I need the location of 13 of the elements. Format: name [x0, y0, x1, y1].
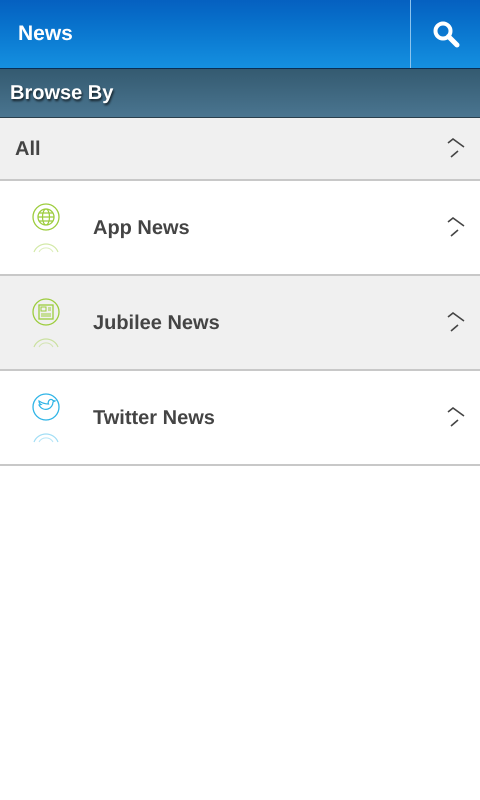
- list-item[interactable]: Jubilee News: [0, 276, 480, 371]
- chevron-icon: [446, 406, 466, 428]
- item-label: Twitter News: [93, 406, 216, 430]
- list-item[interactable]: All: [0, 118, 480, 181]
- chevron-icon: [446, 138, 466, 160]
- item-label: Jubilee News: [93, 310, 221, 336]
- item-label: All: [15, 136, 41, 162]
- screen-title: News: [18, 21, 73, 48]
- chevron-icon: [446, 312, 466, 334]
- item-label: App News: [93, 216, 191, 240]
- search-icon: [432, 20, 460, 48]
- section-header: Browse By: [10, 81, 114, 106]
- chevron-icon: [446, 216, 466, 238]
